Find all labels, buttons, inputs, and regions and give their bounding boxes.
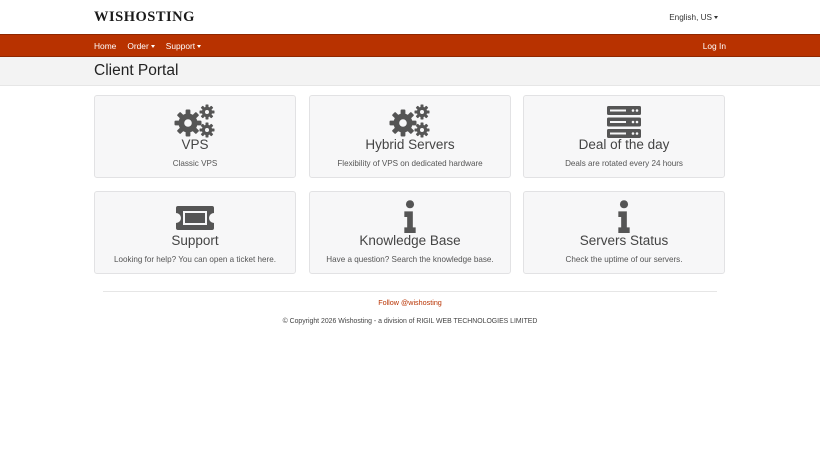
card-deal-of-the-day[interactable]: Deal of the day Deals are rotated every … — [523, 95, 725, 178]
footer-divider — [103, 291, 717, 292]
card-knowledge-base[interactable]: Knowledge Base Have a question? Search t… — [309, 191, 511, 274]
top-header: WISHOSTING English, US — [0, 0, 820, 34]
gears-icon — [95, 104, 295, 138]
card-title: Deal of the day — [578, 137, 670, 152]
server-icon — [524, 104, 724, 138]
language-selector[interactable]: English, US — [669, 13, 718, 22]
card-title: Servers Status — [579, 233, 669, 248]
nav-support-label: Support — [165, 40, 196, 51]
chevron-down-icon — [150, 44, 155, 48]
card-desc: Looking for help? You can open a ticket … — [114, 255, 276, 264]
follow-link[interactable]: Follow @wishosting — [0, 298, 820, 307]
ticket-icon — [95, 200, 295, 234]
card-title: Support — [171, 233, 219, 248]
copyright-text: © Copyright 2026 Wishosting - a division… — [282, 318, 538, 325]
login-link[interactable]: Log In — [703, 41, 726, 51]
card-support[interactable]: Support Looking for help? You can open a… — [94, 191, 296, 274]
nav-support[interactable]: Support — [165, 40, 202, 51]
info-icon — [524, 200, 724, 234]
card-title: VPS — [181, 137, 209, 152]
card-hybrid-servers[interactable]: Hybrid Servers Flexibility of VPS on ded… — [309, 95, 511, 178]
nav-order[interactable]: Order — [127, 40, 155, 51]
card-desc: Have a question? Search the knowledge ba… — [326, 255, 494, 264]
portal-grid: VPS Classic VPS Hybrid Servers Flexibili… — [94, 95, 726, 274]
site-logo[interactable]: WISHOSTING — [94, 9, 195, 26]
card-title: Knowledge Base — [359, 233, 461, 248]
card-title: Hybrid Servers — [365, 137, 455, 152]
page-title: Client Portal — [94, 62, 179, 79]
card-vps[interactable]: VPS Classic VPS — [94, 95, 296, 178]
chevron-down-icon — [197, 44, 202, 48]
nav-order-label: Order — [127, 40, 149, 51]
card-servers-status[interactable]: Servers Status Check the uptime of our s… — [523, 191, 725, 274]
nav-menu: Home Order Support — [94, 35, 212, 56]
info-icon — [310, 200, 510, 234]
page-header: Client Portal — [0, 57, 820, 86]
card-desc: Deals are rotated every 24 hours — [565, 159, 683, 168]
card-desc: Flexibility of VPS on dedicated hardware — [337, 159, 483, 168]
language-label: English, US — [669, 13, 712, 22]
gears-icon — [310, 104, 510, 138]
chevron-down-icon — [714, 16, 718, 20]
nav-home[interactable]: Home — [94, 41, 116, 51]
card-desc: Classic VPS — [172, 159, 218, 168]
card-desc: Check the uptime of our servers. — [565, 255, 683, 264]
main-navbar: Home Order Support Log In — [0, 34, 820, 57]
